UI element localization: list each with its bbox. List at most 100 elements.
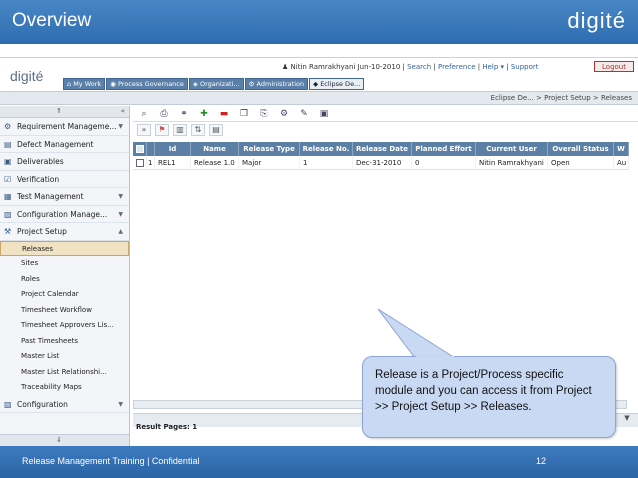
tab-label: Process Governance xyxy=(117,80,184,88)
support-link[interactable]: Support xyxy=(511,63,539,71)
copy-icon[interactable]: ❐ xyxy=(237,109,251,119)
tab-organization[interactable]: ◈ Organizati... xyxy=(188,78,244,90)
sidebar-item-label: Defect Management xyxy=(17,139,94,149)
sidebar-item-verification[interactable]: ☑ Verification xyxy=(0,171,129,188)
sidebar-item-label: Test Management xyxy=(17,192,84,201)
delete-icon[interactable]: ▬ xyxy=(217,109,231,119)
sidebar-item-label: Configuration xyxy=(17,399,68,409)
config-icon: ▧ xyxy=(4,209,12,219)
row-number: 1 xyxy=(147,156,155,169)
sidebar-subitem-traceability-maps[interactable]: Traceability Maps xyxy=(0,380,129,396)
tab-label: Eclipse De... xyxy=(320,80,361,88)
sidebar-subitem-sites[interactable]: Sites xyxy=(0,256,129,272)
sidebar-item-configuration[interactable]: ▧ Configuration ▼ xyxy=(0,396,129,413)
sidebar-item-test[interactable]: ▦ Test Management ▼ xyxy=(0,188,129,206)
edit-icon[interactable]: ✎ xyxy=(297,109,311,119)
column-header-w[interactable]: W xyxy=(614,142,629,156)
column-header-overall-status[interactable]: Overall Status xyxy=(548,142,614,156)
cell-id[interactable]: REL1 xyxy=(155,156,191,169)
export-icon[interactable]: ⎘ xyxy=(257,109,271,119)
breadcrumb: Eclipse De... > Project Setup > Releases xyxy=(490,94,632,102)
sidebar-subitem-releases[interactable]: Releases xyxy=(0,240,129,256)
footer-text: Release Management Training | Confidenti… xyxy=(22,456,200,466)
deliverables-icon: ▣ xyxy=(4,157,12,166)
sidebar-item-label: Configuration Manage... xyxy=(17,209,108,219)
sidebar-bottom-bar: ⇓ xyxy=(0,434,129,446)
collapse-up-icon[interactable]: ⇑ xyxy=(56,107,62,115)
tab-label: My Work xyxy=(73,80,102,88)
tab-my-work[interactable]: ⌂ My Work xyxy=(63,78,106,90)
row-checkbox[interactable] xyxy=(133,156,147,169)
sidebar-item-requirement[interactable]: ⚙ Requirement Manageme... ▼ xyxy=(0,118,129,136)
collapse-sidebar-icon[interactable]: « xyxy=(121,107,125,115)
save-icon[interactable]: ▣ xyxy=(317,109,331,119)
scroll-down-icon[interactable]: ▼ xyxy=(620,414,634,426)
columns-icon[interactable]: ▥ xyxy=(173,124,187,136)
column-header-planned-effort[interactable]: Planned Effort xyxy=(412,142,476,156)
sidebar-item-label: Project Setup xyxy=(17,227,67,236)
settings-icon[interactable]: ⚙ xyxy=(277,109,291,119)
slide-footer: Release Management Training | Confidenti… xyxy=(0,446,638,478)
column-header-release-no[interactable]: Release No. xyxy=(300,142,353,156)
sidebar-item-deliverables[interactable]: ▣ Deliverables xyxy=(0,153,129,171)
sidebar-item-configuration-manage[interactable]: ▧ Configuration Manage... ▼ xyxy=(0,206,129,223)
cell-w: Au xyxy=(614,156,629,169)
cell-release-date: Dec-31-2010 xyxy=(353,156,412,169)
slide-header: Overview digité xyxy=(0,0,638,44)
column-header-name[interactable]: Name xyxy=(191,142,239,156)
page-number: 12 xyxy=(536,456,547,466)
column-header-release-type[interactable]: Release Type xyxy=(239,142,300,156)
tab-process-governance[interactable]: ◉ Process Governance xyxy=(106,78,188,90)
sidebar-subitem-project-calendar[interactable]: Project Calendar xyxy=(0,287,129,303)
chevron-down-icon: ▼ xyxy=(118,193,123,200)
tab-label: Administration xyxy=(256,80,305,88)
layout-icon[interactable]: ▤ xyxy=(209,124,223,136)
chevron-down-icon: ▼ xyxy=(118,210,123,218)
column-header-id[interactable]: Id xyxy=(155,142,191,156)
filter-icon[interactable]: ⚑ xyxy=(155,124,169,136)
table-row[interactable]: 1 REL1 Release 1.0 Major 1 Dec-31-2010 0… xyxy=(133,156,629,170)
verification-icon: ☑ xyxy=(4,174,12,184)
tab-eclipse-de[interactable]: ◆ Eclipse De... xyxy=(309,78,365,90)
sort-icon[interactable]: ⇅ xyxy=(191,124,205,136)
sidebar-top-bar: ⇑ « xyxy=(0,106,129,118)
chevron-up-icon: ▲ xyxy=(118,228,123,235)
sidebar-subitem-timesheet-workflow[interactable]: Timesheet Workflow xyxy=(0,303,129,319)
column-header-current-user[interactable]: Current User xyxy=(476,142,548,156)
sidebar-item-label: Deliverables xyxy=(17,157,64,166)
help-link[interactable]: Help ▾ xyxy=(482,63,504,71)
user-icon: ♟ xyxy=(282,63,289,71)
collapse-down-icon[interactable]: ⇓ xyxy=(56,436,62,444)
select-all-checkbox[interactable] xyxy=(133,142,147,156)
project-setup-icon: ⚒ xyxy=(4,227,12,236)
defect-icon: ▤ xyxy=(4,139,12,149)
cell-overall-status: Open xyxy=(548,156,614,169)
search-icon[interactable]: ⌕ xyxy=(137,109,151,119)
sidebar-subitem-timesheet-approvers[interactable]: Timesheet Approvers Lis... xyxy=(0,318,129,334)
sidebar-item-project-setup[interactable]: ⚒ Project Setup ▲ xyxy=(0,223,129,241)
logout-button[interactable]: Logout xyxy=(594,61,634,72)
sidebar-subitem-past-timesheets[interactable]: Past Timesheets xyxy=(0,334,129,350)
column-header-release-date[interactable]: Release Date xyxy=(353,142,412,156)
search-link[interactable]: Search xyxy=(407,63,431,71)
add-icon[interactable]: ✚ xyxy=(197,109,211,119)
sidebar-subitem-roles[interactable]: Roles xyxy=(0,272,129,288)
link-icon[interactable]: ⚭ xyxy=(177,109,191,119)
sidebar-item-defect[interactable]: ▤ Defect Management xyxy=(0,136,129,153)
cell-planned-effort: 0 xyxy=(412,156,476,169)
module-tabs: ⌂ My Work ◉ Process Governance ◈ Organiz… xyxy=(63,78,365,90)
expand-icon[interactable]: » xyxy=(137,124,151,136)
tab-label: Organizati... xyxy=(199,80,240,88)
result-pages: Result Pages: 1 xyxy=(136,423,198,431)
print-icon[interactable]: ⎙ xyxy=(157,109,171,119)
main-toolbar: ⌕ ⎙ ⚭ ✚ ▬ ❐ ⎘ ⚙ ✎ ▣ xyxy=(133,106,638,122)
preference-link[interactable]: Preference xyxy=(438,63,476,71)
sidebar-subitem-master-list[interactable]: Master List xyxy=(0,349,129,365)
tab-administration[interactable]: ⚙ Administration xyxy=(244,78,309,90)
sidebar-subitem-master-list-relationship[interactable]: Master List Relationshi... xyxy=(0,365,129,381)
cell-release-type: Major xyxy=(239,156,300,169)
grid-header: Id Name Release Type Release No. Release… xyxy=(133,142,629,156)
cell-name: Release 1.0 xyxy=(191,156,239,169)
cell-current-user: Nitin Ramrakhyani xyxy=(476,156,548,169)
releases-grid: Id Name Release Type Release No. Release… xyxy=(133,142,629,170)
